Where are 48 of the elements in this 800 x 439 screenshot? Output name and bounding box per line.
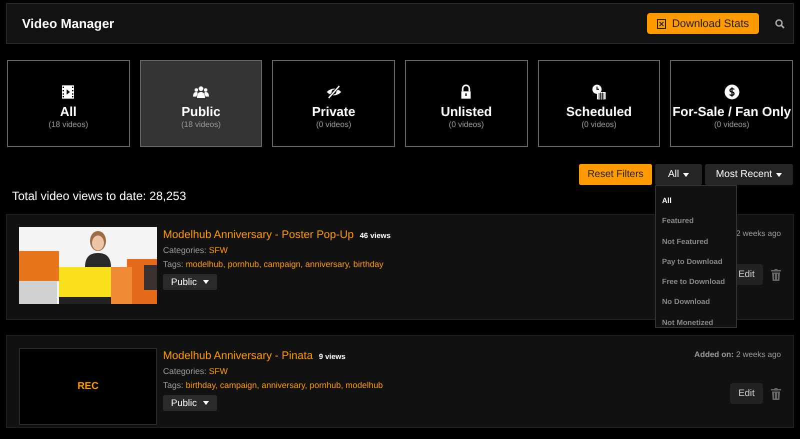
category-label: Unlisted xyxy=(440,104,492,119)
reset-filters-button[interactable]: Reset Filters xyxy=(579,164,652,185)
video-count: (18 videos) xyxy=(181,120,221,129)
categories-line: Categories: SFW xyxy=(163,245,228,255)
type-filter-dropdown[interactable]: All xyxy=(655,164,702,185)
video-count: (0 videos) xyxy=(448,120,484,129)
sort-dropdown[interactable]: Most Recent xyxy=(705,164,793,185)
category-tab[interactable]: Scheduled (0 videos) xyxy=(538,60,660,147)
video-count: (0 videos) xyxy=(581,120,617,129)
spreadsheet-icon xyxy=(656,18,666,28)
page-title: Video Manager xyxy=(22,16,116,31)
visibility-dropdown[interactable]: Public xyxy=(163,395,217,411)
caret-icon xyxy=(776,172,782,176)
video-count: (18 videos) xyxy=(48,120,88,129)
category-label: For-Sale / Fan Only xyxy=(672,104,791,119)
video-count: (0 videos) xyxy=(316,120,352,129)
category-tab[interactable]: For-Sale / Fan Only (0 videos) xyxy=(670,60,794,147)
added-date: Added on: 2 weeks ago xyxy=(694,350,781,361)
total-views-text: Total video views to date: 28,253 xyxy=(12,189,186,203)
search-icon[interactable] xyxy=(775,18,785,28)
category-tab[interactable]: Public (18 videos) xyxy=(140,60,262,147)
trash-icon[interactable] xyxy=(771,388,781,400)
category-tab[interactable]: All (18 videos) xyxy=(7,60,130,147)
categories-line: Categories: SFW xyxy=(163,366,228,376)
eye-off-icon xyxy=(326,84,342,100)
tags-line: Tags: birthday, campaign, anniversary, pornhub, modelhub xyxy=(163,380,383,390)
caret-icon xyxy=(202,401,209,405)
recording-label: REC xyxy=(77,381,99,392)
category-label: Public xyxy=(182,104,221,119)
category-label: All xyxy=(60,104,77,119)
edit-button[interactable]: Edit xyxy=(730,383,763,404)
category-label: Scheduled xyxy=(566,104,632,119)
video-title-link[interactable]: Modelhub Anniversary - Pinata xyxy=(163,350,313,362)
people-icon xyxy=(193,84,209,100)
category-label: Private xyxy=(312,104,356,119)
category-tab[interactable]: Private (0 videos) xyxy=(272,60,396,147)
clock-icon xyxy=(591,84,608,100)
video-count: (0 videos) xyxy=(714,120,750,129)
film-icon xyxy=(60,84,76,100)
category-tab[interactable]: Unlisted (0 videos) xyxy=(405,60,528,147)
download-stats-button[interactable]: Download Stats xyxy=(646,13,759,34)
caret-icon xyxy=(683,172,690,176)
caret-icon xyxy=(202,280,209,284)
video-title-link[interactable]: Modelhub Anniversary - Poster Pop-Up xyxy=(163,229,354,241)
tags-line: Tags: modelhub, pornhub, campaign, anniversary, birthday xyxy=(163,259,384,269)
visibility-dropdown[interactable]: Public xyxy=(163,274,217,290)
dollar-icon xyxy=(724,84,740,100)
trash-icon[interactable] xyxy=(771,268,781,280)
